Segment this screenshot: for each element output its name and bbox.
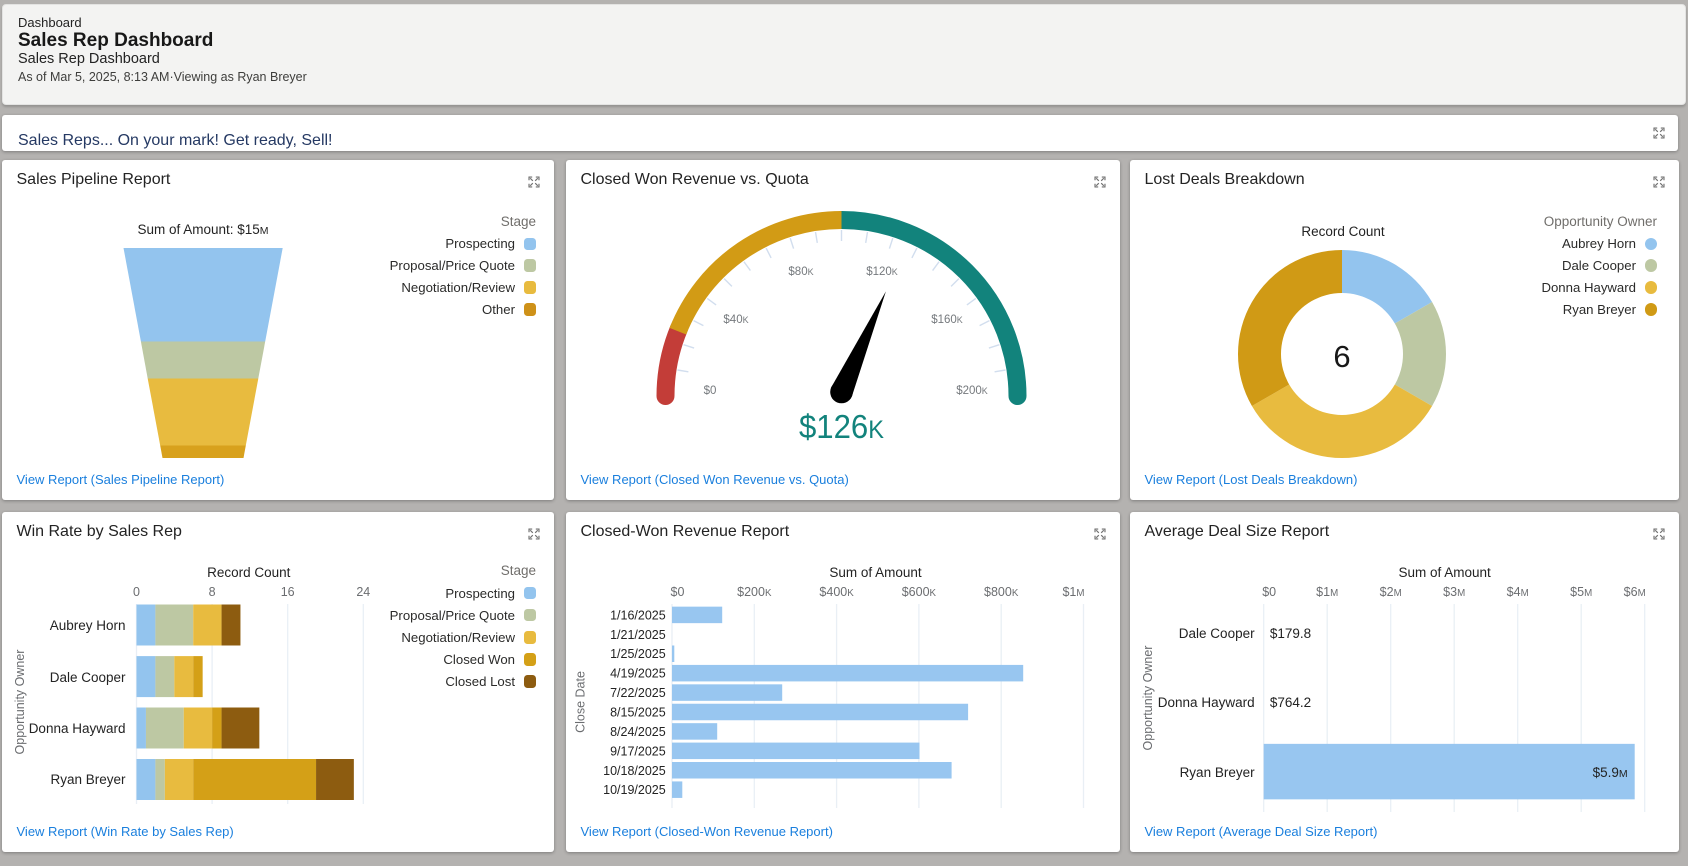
svg-text:6: 6 [1333,339,1350,374]
svg-text:$0: $0 [671,585,685,599]
svg-text:7/22/2025: 7/22/2025 [610,686,666,700]
svg-text:8/24/2025: 8/24/2025 [610,725,666,739]
svg-text:Donna Hayward: Donna Hayward [1158,695,1255,710]
svg-text:Record Count: Record Count [207,565,291,580]
svg-text:$120K: $120K [866,266,898,278]
svg-text:Donna Hayward: Donna Hayward [29,721,126,736]
svg-text:9/17/2025: 9/17/2025 [610,744,666,758]
svg-text:8/15/2025: 8/15/2025 [610,706,666,720]
svg-text:24: 24 [356,585,370,599]
svg-text:$600K: $600K [902,585,937,599]
svg-text:$1M: $1M [1062,585,1084,599]
svg-text:10/19/2025: 10/19/2025 [603,783,666,797]
svg-text:$0: $0 [1262,585,1276,599]
svg-text:Dale Cooper: Dale Cooper [50,670,126,685]
svg-text:Close Date: Close Date [574,671,588,733]
svg-text:Sum of Amount: Sum of Amount [1398,565,1491,580]
svg-text:1/16/2025: 1/16/2025 [610,608,666,622]
svg-text:Aubrey Horn: Aubrey Horn [50,618,126,633]
svg-text:$764.2: $764.2 [1270,695,1311,710]
svg-text:$1M: $1M [1316,585,1338,599]
svg-text:Opportunity Owner: Opportunity Owner [13,650,27,755]
svg-text:$200K: $200K [737,585,772,599]
svg-text:$80K: $80K [788,266,813,278]
svg-text:$6M: $6M [1624,585,1646,599]
svg-text:8: 8 [209,585,216,599]
svg-text:$179.8: $179.8 [1270,626,1311,641]
svg-text:$400K: $400K [819,585,854,599]
svg-text:0: 0 [133,585,140,599]
svg-text:$0: $0 [704,385,717,397]
svg-text:$2M: $2M [1380,585,1402,599]
svg-text:10/18/2025: 10/18/2025 [603,764,666,778]
svg-text:$40K: $40K [723,314,748,326]
svg-text:$4M: $4M [1507,585,1529,599]
svg-text:Sum of Amount: Sum of Amount [829,565,922,580]
svg-text:1/21/2025: 1/21/2025 [610,628,666,642]
svg-text:Dale Cooper: Dale Cooper [1179,626,1255,641]
svg-text:$5M: $5M [1570,585,1592,599]
svg-text:Record Count: Record Count [1301,224,1385,239]
svg-text:Opportunity Owner: Opportunity Owner [1141,646,1155,751]
svg-text:Sum of Amount: $15M: Sum of Amount: $15M [137,222,268,237]
svg-text:$160K: $160K [931,314,963,326]
svg-text:1/25/2025: 1/25/2025 [610,647,666,661]
svg-text:$800K: $800K [984,585,1019,599]
svg-text:$5.9M: $5.9M [1593,765,1628,780]
svg-text:16: 16 [281,585,295,599]
svg-text:$200K: $200K [956,385,988,397]
svg-text:$3M: $3M [1443,585,1465,599]
svg-text:$126K: $126K [799,408,884,445]
svg-text:Ryan Breyer: Ryan Breyer [50,772,126,787]
svg-text:Ryan Breyer: Ryan Breyer [1180,765,1256,780]
svg-text:4/19/2025: 4/19/2025 [610,667,666,681]
